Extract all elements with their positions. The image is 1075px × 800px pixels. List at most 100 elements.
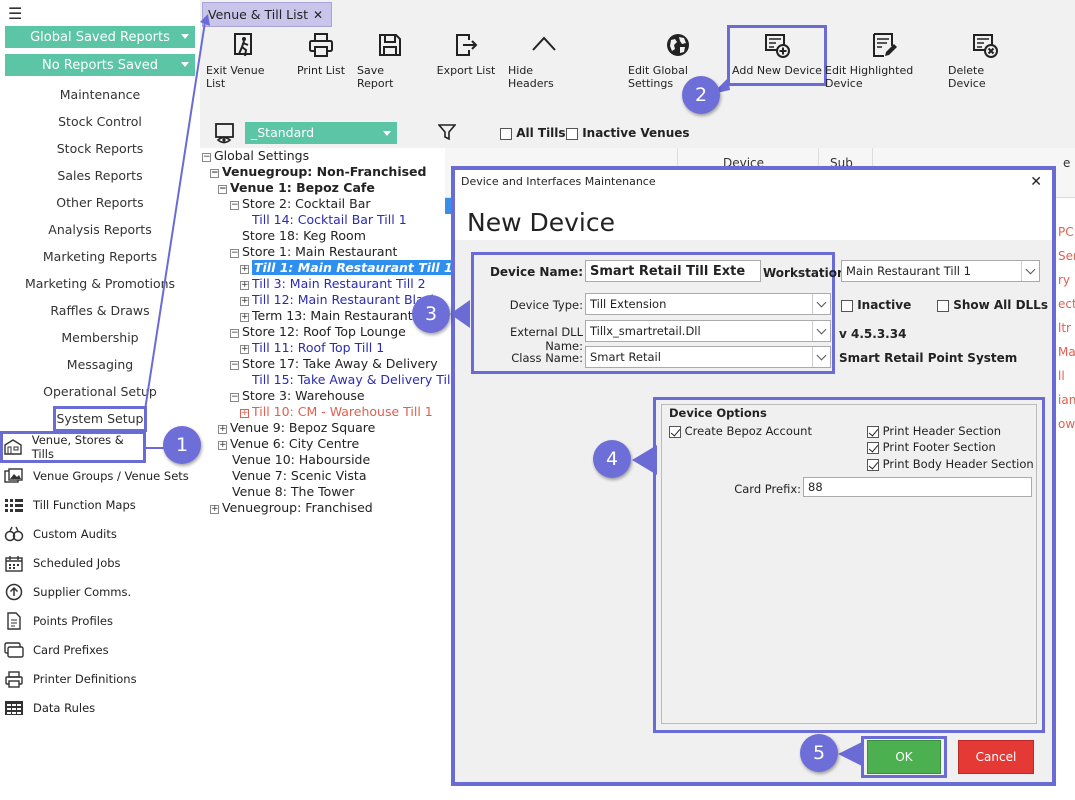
tree-node-selected[interactable]: + Till 1: Main Restaurant Till 1 [240,260,455,276]
show-all-dlls-checkbox[interactable]: Show All DLLs [937,298,1048,312]
sub-till-function-maps[interactable]: Till Function Maps [3,492,198,518]
inactive-venues-label: Inactive Venues [582,126,690,140]
tree-node[interactable]: + Venuegroup: Franchised [210,500,373,516]
tree-node[interactable]: Venue 7: Scenic Vista [232,468,366,484]
print-header-checkbox[interactable]: Print Header Section [867,424,1001,438]
menu-stock-control[interactable]: Stock Control [0,113,200,131]
sub-printer-definitions[interactable]: Printer Definitions [3,666,198,692]
tree-node[interactable]: + Till 10: CM - Warehouse Till 1 [240,404,433,420]
no-reports-saved-dropdown[interactable]: No Reports Saved [5,54,195,76]
menu-maintenance[interactable]: Maintenance [0,86,200,104]
tree-node[interactable]: Store 18: Keg Room [242,228,366,244]
expand-icon: + [240,344,249,354]
tree-node[interactable]: − Venuegroup: Non-Franchised [210,164,426,180]
dll-name-label: External DLL Name: [509,325,583,353]
tree-node[interactable]: + Venue 6: City Centre [218,436,359,452]
globe-icon [667,34,689,56]
workstation-select[interactable]: Main Restaurant Till 1 [841,260,1040,282]
tree-node[interactable]: − Store 3: Warehouse [230,388,365,404]
print-footer-checkbox[interactable]: Print Footer Section [867,440,996,454]
tree-node[interactable]: − Venue 1: Bepoz Cafe [218,180,375,196]
menu-system-setup[interactable]: System Setup [53,406,147,432]
inactive-checkbox[interactable]: Inactive [841,298,911,312]
create-account-label: Create Bepoz Account [684,424,812,438]
menu-operational-setup[interactable]: Operational Setup [0,383,200,401]
expand-icon: + [240,312,249,322]
all-tills-checkbox[interactable]: All Tills [500,126,566,140]
chevron-up-icon [532,36,556,51]
tree-node[interactable]: Venue 10: Habourside [232,452,370,468]
menu-marketing-reports[interactable]: Marketing Reports [0,248,200,266]
tree-node[interactable]: + Till 12: Main Restaurant Black [240,292,438,308]
sub-points-profiles[interactable]: Points Profiles [3,608,198,634]
delete-device-button[interactable]: Delete Device [948,32,1022,90]
tree-node[interactable]: + Venue 9: Bepoz Square [218,420,375,436]
tree-node-label: Store 1: Main Restaurant [242,244,398,259]
filter-icon[interactable] [437,123,457,144]
tab-venue-till-list[interactable]: Venue & Till List ✕ [202,2,332,27]
sub-supplier-comms[interactable]: Supplier Comms. [3,579,198,605]
tree-node[interactable]: − Store 2: Cocktail Bar [230,196,371,212]
tree-node[interactable]: − Global Settings [202,148,309,164]
device-name-input[interactable]: Smart Retail Till Exte [585,260,761,282]
hamburger-menu-icon[interactable]: ☰ [8,4,22,23]
edit-document-icon [873,33,897,57]
ok-button[interactable]: OK [867,740,941,774]
create-account-checkbox[interactable]: Create Bepoz Account [669,424,812,438]
cancel-button[interactable]: Cancel [958,740,1034,774]
menu-sales-reports[interactable]: Sales Reports [0,167,200,185]
menu-analysis-reports[interactable]: Analysis Reports [0,221,200,239]
tree-node[interactable]: + Till 3: Main Restaurant Till 2 [240,276,426,292]
menu-marketing-promotions[interactable]: Marketing & Promotions [0,275,200,293]
menu-other-reports[interactable]: Other Reports [0,194,200,212]
view-icon[interactable] [214,122,236,147]
close-icon[interactable]: ✕ [313,8,323,22]
tree-node-label: Venue 9: Bepoz Square [230,420,376,435]
delete-device-icon [973,34,998,58]
close-icon[interactable]: ✕ [1030,170,1042,194]
menu-messaging[interactable]: Messaging [0,356,200,374]
tree-node-label: Venuegroup: Franchised [222,500,373,515]
print-body-header-checkbox[interactable]: Print Body Header Section [867,457,1034,471]
inactive-venues-checkbox[interactable]: Inactive Venues [566,126,690,140]
menu-stock-reports[interactable]: Stock Reports [0,140,200,158]
export-list-button[interactable]: Export List [436,32,496,77]
tree-node-label: Till 11: Roof Top Till 1 [252,340,385,355]
edit-highlighted-device-button[interactable]: Edit Highlighted Device [825,32,943,90]
menu-membership[interactable]: Membership [0,329,200,347]
tree-node[interactable]: − Store 12: Roof Top Lounge [230,324,406,340]
sub-label: Printer Definitions [33,672,137,686]
tree-node[interactable]: Till 14: Cocktail Bar Till 1 [252,212,407,228]
device-type-select[interactable]: Till Extension [585,293,831,315]
checkbox-checked [669,425,681,438]
add-new-device-button[interactable]: Add New Device [727,25,827,86]
report-selector-dropdown[interactable]: _Standard [245,122,397,144]
device-options-title: Device Options [667,406,769,420]
dll-name-select[interactable]: Tillx_smartretail.Dll [585,320,831,342]
tree-node[interactable]: − Store 1: Main Restaurant [230,244,397,260]
workstation-label: Workstation [763,266,846,280]
save-icon [379,34,401,56]
global-saved-reports-dropdown[interactable]: Global Saved Reports [5,26,195,48]
sub-scheduled-jobs[interactable]: Scheduled Jobs [3,550,198,576]
card-prefix-input[interactable]: 88 [803,477,1032,497]
tree-node[interactable]: + Till 11: Roof Top Till 1 [240,340,384,356]
tree-node[interactable]: Till 15: Take Away & Delivery Till [252,372,454,388]
tree-node[interactable]: − Store 17: Take Away & Delivery [230,356,438,372]
checkbox-box [566,127,578,140]
column-header-partial[interactable]: e [1063,156,1070,170]
sub-venue-stores-tills[interactable]: Venue, Stores & Tills [0,431,146,463]
save-report-button[interactable]: Save Report [357,32,423,90]
sub-card-prefixes[interactable]: Card Prefixes [3,637,198,663]
exit-venue-list-button[interactable]: Exit Venue List [206,32,282,90]
class-name-select[interactable]: Smart Retail [585,346,831,368]
sub-custom-audits[interactable]: Custom Audits [3,521,198,547]
hide-headers-button[interactable]: Hide Headers [508,32,580,90]
tree-node[interactable]: + Term 13: Main Restaurant [240,308,413,324]
sub-venue-groups[interactable]: Venue Groups / Venue Sets [3,463,198,489]
menu-raffles-draws[interactable]: Raffles & Draws [0,302,200,320]
sub-data-rules[interactable]: Data Rules [3,695,198,721]
tree-node[interactable]: Venue 8: The Tower [232,484,354,500]
chevron-down-icon [812,347,830,367]
print-list-button[interactable]: Print List [294,32,348,77]
